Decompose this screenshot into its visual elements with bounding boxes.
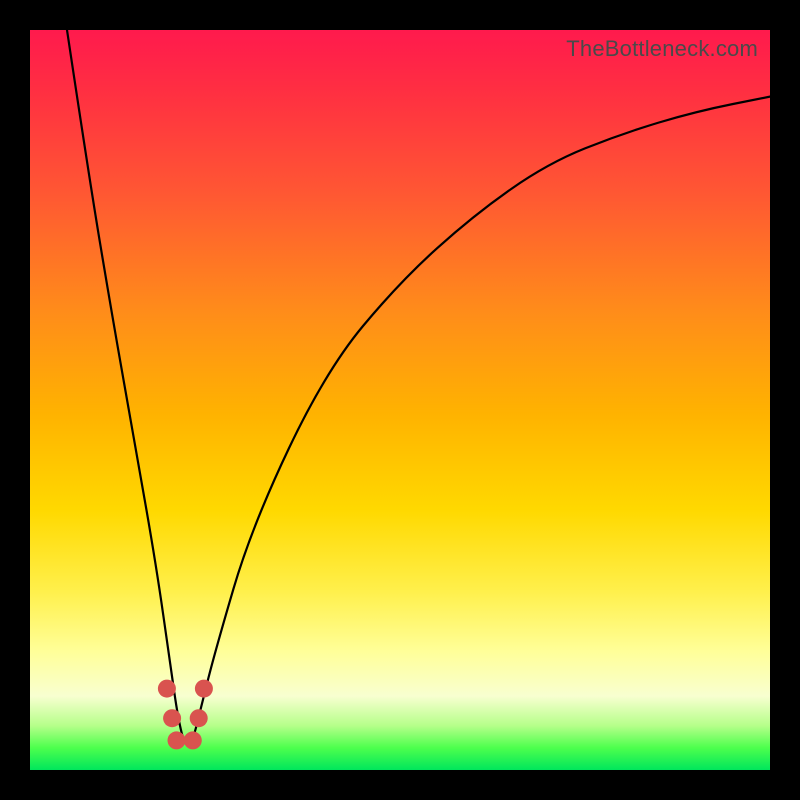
watermark-text: TheBottleneck.com (566, 36, 758, 62)
trough-marker (184, 731, 202, 749)
chart-stage: TheBottleneck.com (0, 0, 800, 800)
trough-marker (158, 680, 176, 698)
bottleneck-curve (67, 30, 770, 745)
trough-marker (168, 731, 186, 749)
trough-marker (190, 709, 208, 727)
curve-svg (30, 30, 770, 770)
trough-markers (158, 680, 213, 750)
trough-marker (195, 680, 213, 698)
gradient-panel: TheBottleneck.com (30, 30, 770, 770)
trough-marker (163, 709, 181, 727)
